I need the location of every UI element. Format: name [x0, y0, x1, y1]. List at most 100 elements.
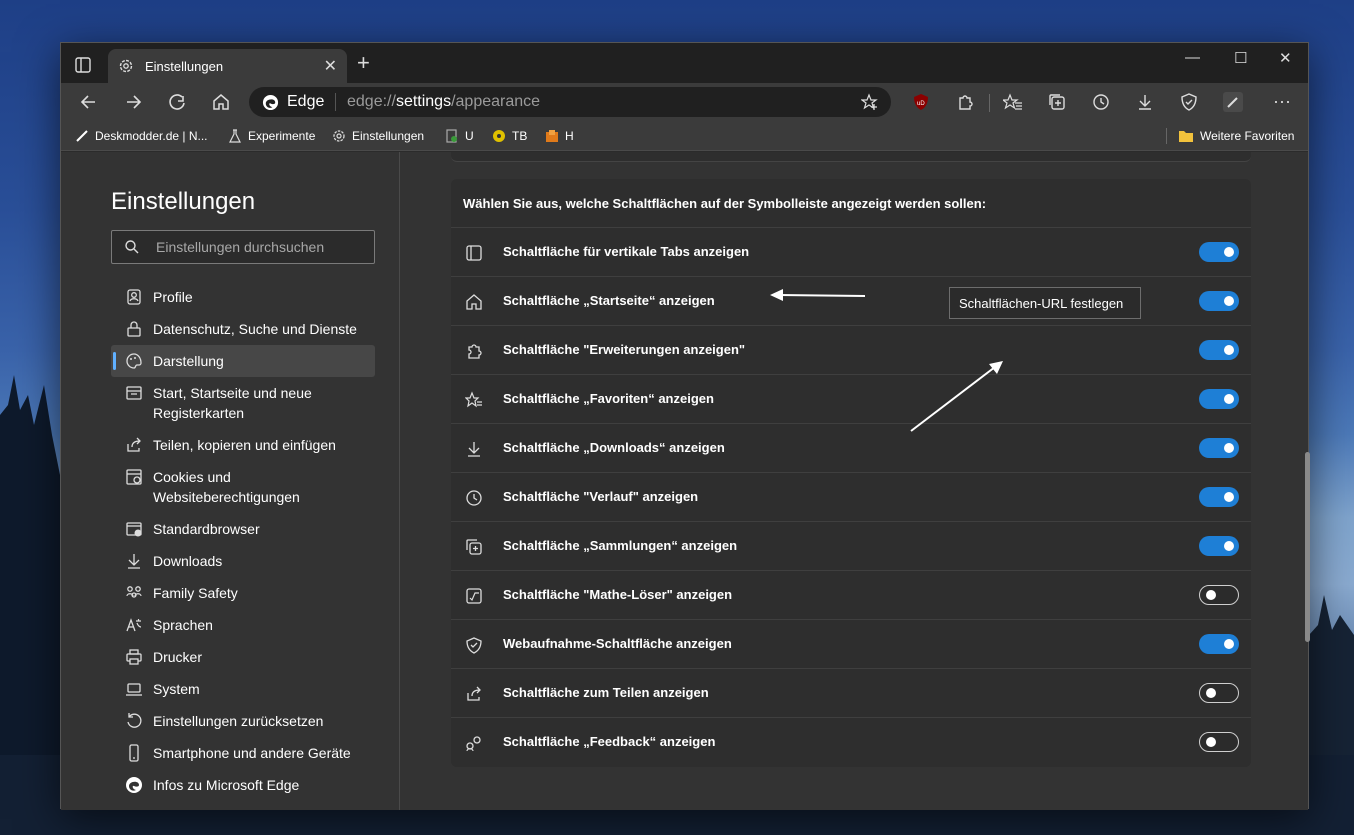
- sidebar-item-cookies[interactable]: Cookies und Websiteberechtigungen: [111, 461, 375, 513]
- sidebar-item-system[interactable]: System: [111, 673, 375, 705]
- back-icon[interactable]: [79, 92, 99, 112]
- download-icon[interactable]: [1135, 92, 1155, 112]
- setting-label: Schaltfläche "Verlauf" anzeigen: [503, 489, 699, 504]
- share-icon: [127, 437, 141, 452]
- lock-icon: [127, 321, 141, 337]
- history-icon: [466, 490, 482, 506]
- setting-row-web-capture: Webaufnahme-Schaltfläche anzeigen: [451, 619, 1251, 668]
- setting-label: Schaltfläche „Downloads“ anzeigen: [503, 440, 725, 455]
- sidebar-item-label: Einstellungen zurücksetzen: [153, 713, 324, 729]
- sidebar-item-printers[interactable]: Drucker: [111, 641, 375, 673]
- url-path: /appearance: [451, 93, 541, 110]
- collections-toggle[interactable]: [1199, 536, 1239, 556]
- close-icon[interactable]: ✕: [324, 56, 337, 76]
- edge-icon: [126, 777, 142, 793]
- vertical-tabs-toggle[interactable]: [1199, 242, 1239, 262]
- home-toggle[interactable]: [1199, 291, 1239, 311]
- setting-row-vertical-tabs: Schaltfläche für vertikale Tabs anzeigen: [451, 227, 1251, 276]
- more-icon[interactable]: ···: [1273, 91, 1291, 112]
- folder-icon: [1179, 131, 1193, 142]
- address-separator: [335, 93, 336, 111]
- sidebar-item-label: Datenschutz, Suche und Dienste: [153, 321, 357, 337]
- puzzle-icon: [468, 344, 482, 359]
- setting-label: Schaltfläche „Startseite“ anzeigen: [503, 293, 715, 308]
- favorite-label: U: [465, 129, 474, 143]
- setting-label: Schaltfläche „Sammlungen“ anzeigen: [503, 538, 738, 553]
- edge-logo-icon: [262, 94, 279, 111]
- page-title: Einstellungen: [111, 188, 256, 215]
- setting-row-collections: Schaltfläche „Sammlungen“ anzeigen: [451, 521, 1251, 570]
- math-solver-toggle[interactable]: [1199, 585, 1239, 605]
- refresh-icon[interactable]: [167, 92, 187, 112]
- sidebar-item-label: Standardbrowser: [153, 521, 260, 537]
- sidebar-item-phone[interactable]: Smartphone und andere Geräte: [111, 737, 375, 769]
- download-icon: [468, 442, 480, 457]
- extensions-icon[interactable]: [955, 92, 975, 112]
- favorite-label: Deskmodder.de | N...: [95, 129, 208, 143]
- share-icon: [467, 686, 481, 701]
- collections-icon[interactable]: [1047, 92, 1067, 112]
- sidebar-item-default-browser[interactable]: Standardbrowser: [111, 513, 375, 545]
- printer-icon: [126, 649, 142, 665]
- favorites-icon[interactable]: [1003, 92, 1023, 112]
- sidebar-item-share[interactable]: Teilen, kopieren und einfügen: [111, 429, 375, 461]
- setting-row-math-solver: Schaltfläche "Mathe-Löser" anzeigen: [451, 570, 1251, 619]
- web-capture-toggle[interactable]: [1199, 634, 1239, 654]
- sidebar-item-languages[interactable]: Sprachen: [111, 609, 375, 641]
- favorite-item-einstellungen[interactable]: Einstellungen: [332, 127, 424, 145]
- sidebar-item-downloads[interactable]: Downloads: [111, 545, 375, 577]
- set-button-url-tooltip[interactable]: Schaltflächen-URL festlegen: [949, 287, 1141, 319]
- tab-title: Einstellungen: [145, 59, 224, 74]
- toolbar-separator: [989, 94, 990, 112]
- favorite-item-deskmodder[interactable]: Deskmodder.de | N...: [75, 127, 208, 145]
- history-toggle[interactable]: [1199, 487, 1239, 507]
- favorite-item-h[interactable]: H: [545, 127, 574, 145]
- minimize-icon[interactable]: —: [1185, 49, 1200, 66]
- new-tab-button[interactable]: +: [357, 52, 370, 74]
- web-capture-icon[interactable]: [1179, 92, 1199, 112]
- favorites-icon: [465, 391, 482, 408]
- feedback-toggle[interactable]: [1199, 732, 1239, 752]
- vertical-tabs-icon: [466, 245, 482, 261]
- address-bar[interactable]: Edge edge://settings/appearance: [249, 87, 891, 117]
- share-toggle[interactable]: [1199, 683, 1239, 703]
- favorites-toggle[interactable]: [1199, 389, 1239, 409]
- sidebar-item-family-safety[interactable]: Family Safety: [111, 577, 375, 609]
- setting-label: Schaltfläche für vertikale Tabs anzeigen: [503, 244, 750, 259]
- close-window-icon[interactable]: ✕: [1279, 49, 1292, 67]
- vertical-tabs-icon[interactable]: [73, 55, 93, 75]
- phone-icon: [129, 744, 139, 762]
- sidebar-item-label: Family Safety: [153, 585, 238, 601]
- extensions-toggle[interactable]: [1199, 340, 1239, 360]
- other-favorites[interactable]: Weitere Favoriten: [1178, 127, 1294, 145]
- favorites-bar: Deskmodder.de | N... Experimente Einstel…: [61, 121, 1308, 151]
- forward-icon[interactable]: [123, 92, 143, 112]
- laptop-icon: [126, 683, 142, 696]
- sidebar-item-privacy[interactable]: Datenschutz, Suche und Dienste: [111, 313, 375, 345]
- favorite-item-tb[interactable]: TB: [492, 127, 527, 145]
- favorite-item-experimente[interactable]: Experimente: [228, 127, 315, 145]
- sidebar-item-profile[interactable]: Profile: [111, 281, 375, 313]
- search-input[interactable]: [156, 237, 366, 257]
- downloads-toggle[interactable]: [1199, 438, 1239, 458]
- favorite-item-u[interactable]: U: [445, 127, 474, 145]
- sidebar-item-appearance[interactable]: Darstellung: [111, 345, 375, 377]
- maximize-icon[interactable]: ☐: [1234, 49, 1247, 67]
- sidebar-item-about[interactable]: Infos zu Microsoft Edge: [111, 769, 375, 801]
- search-box[interactable]: [111, 230, 375, 264]
- tab-settings[interactable]: Einstellungen ✕: [108, 49, 347, 83]
- sidebar-item-label: Infos zu Microsoft Edge: [153, 777, 300, 793]
- search-icon: [125, 240, 139, 254]
- toolbar-buttons-card: Wählen Sie aus, welche Schaltflächen auf…: [451, 179, 1251, 767]
- add-favorite-icon[interactable]: [861, 93, 879, 111]
- sidebar-item-start[interactable]: Start, Startseite und neue Registerkarte…: [111, 377, 375, 429]
- history-icon[interactable]: [1091, 92, 1111, 112]
- scrollbar[interactable]: [1305, 452, 1310, 642]
- section-heading: Wählen Sie aus, welche Schaltflächen auf…: [463, 196, 987, 211]
- circle-icon: [493, 130, 505, 142]
- sidebar-item-reset[interactable]: Einstellungen zurücksetzen: [111, 705, 375, 737]
- home-icon[interactable]: [211, 92, 231, 112]
- pen-icon[interactable]: [1223, 92, 1243, 112]
- ublock-icon[interactable]: uD: [911, 92, 931, 112]
- setting-label: Schaltfläche zum Teilen anzeigen: [503, 685, 709, 700]
